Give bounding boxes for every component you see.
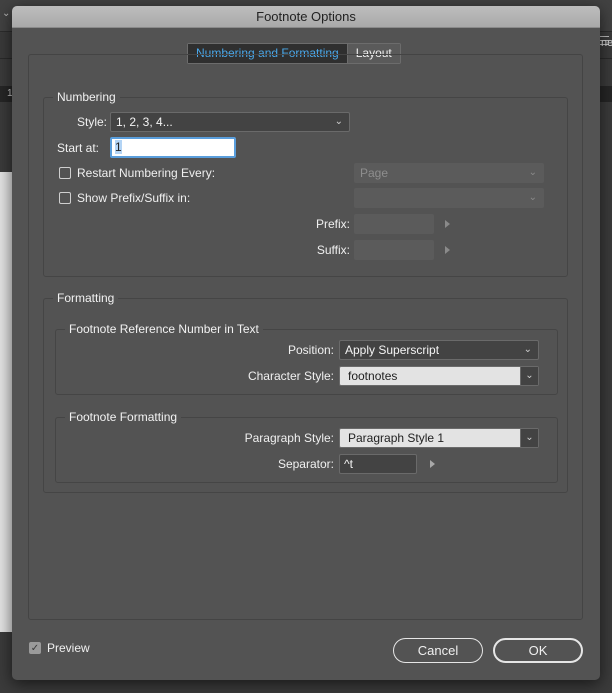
chevron-down-icon: ⌄	[528, 167, 537, 178]
paragraph-style-select[interactable]: Paragraph Style 1 ⌄	[339, 428, 539, 448]
numbering-group: Numbering Style: 1, 2, 3, 4... ⌄ Start a…	[43, 89, 568, 277]
suffix-special-char-arrow-icon[interactable]	[445, 246, 450, 254]
style-select[interactable]: 1, 2, 3, 4... ⌄	[110, 112, 350, 132]
chevron-down-icon: ⌄	[528, 192, 537, 203]
separator-label: Separator:	[277, 457, 334, 471]
formatting-group: Formatting Footnote Reference Number in …	[43, 290, 568, 493]
paragraph-style-label: Paragraph Style:	[244, 431, 334, 445]
panel-label-fragment: ne	[601, 37, 612, 49]
chevron-down-icon: ⌄	[523, 344, 532, 355]
prefix-input[interactable]	[354, 214, 434, 234]
start-at-value: 1	[115, 140, 122, 154]
tab-content-panel: Numbering Style: 1, 2, 3, 4... ⌄ Start a…	[28, 54, 583, 620]
reference-number-legend: Footnote Reference Number in Text	[65, 321, 263, 337]
prefix-special-char-arrow-icon[interactable]	[445, 220, 450, 228]
footnote-formatting-legend: Footnote Formatting	[65, 409, 182, 425]
show-prefix-suffix-select[interactable]: ⌄	[354, 188, 544, 208]
checkmark-icon: ✓	[30, 643, 40, 654]
restart-numbering-label[interactable]: Restart Numbering Every:	[77, 163, 215, 183]
chevron-down-icon: ⌄	[520, 367, 538, 385]
cancel-button[interactable]: Cancel	[393, 638, 483, 663]
dialog-title: Footnote Options	[12, 6, 600, 28]
start-at-label: Start at:	[57, 141, 100, 155]
character-style-label: Character Style:	[247, 369, 334, 383]
reference-number-group: Footnote Reference Number in Text Positi…	[55, 321, 558, 395]
position-select[interactable]: Apply Superscript ⌄	[339, 340, 539, 360]
separator-input[interactable]: ^t	[339, 454, 417, 474]
chevron-down-icon: ⌄	[334, 116, 343, 127]
position-label: Position:	[287, 343, 334, 357]
footnote-options-dialog: Footnote Options Numbering and Formattin…	[12, 6, 600, 680]
chevron-down-icon: ⌄	[520, 429, 538, 447]
restart-numbering-value: Page	[360, 166, 389, 180]
restart-numbering-checkbox[interactable]	[59, 167, 71, 179]
position-value: Apply Superscript	[345, 343, 440, 357]
footnote-formatting-group: Footnote Formatting Paragraph Style: Par…	[55, 409, 558, 483]
character-style-select[interactable]: footnotes ⌄	[339, 366, 539, 386]
restart-numbering-select[interactable]: Page ⌄	[354, 163, 544, 183]
formatting-legend: Formatting	[53, 290, 119, 306]
style-value: 1, 2, 3, 4...	[116, 115, 173, 129]
show-prefix-suffix-checkbox[interactable]	[59, 192, 71, 204]
separator-value: ^t	[344, 457, 353, 471]
numbering-legend: Numbering	[53, 89, 120, 105]
character-style-value: footnotes	[348, 369, 398, 383]
prefix-label: Prefix:	[315, 217, 350, 231]
suffix-input[interactable]	[354, 240, 434, 260]
style-label: Style:	[76, 115, 107, 129]
preview-label[interactable]: Preview	[47, 638, 90, 658]
separator-special-char-arrow-icon[interactable]	[430, 460, 435, 468]
paragraph-style-value: Paragraph Style 1	[348, 431, 445, 445]
suffix-label: Suffix:	[316, 243, 350, 257]
start-at-input[interactable]: 1	[110, 137, 236, 158]
ok-button[interactable]: OK	[493, 638, 583, 663]
chevron-down-icon[interactable]: ⌄	[2, 8, 10, 19]
preview-checkbox[interactable]: ✓	[29, 642, 41, 654]
show-prefix-suffix-label[interactable]: Show Prefix/Suffix in:	[77, 188, 190, 208]
